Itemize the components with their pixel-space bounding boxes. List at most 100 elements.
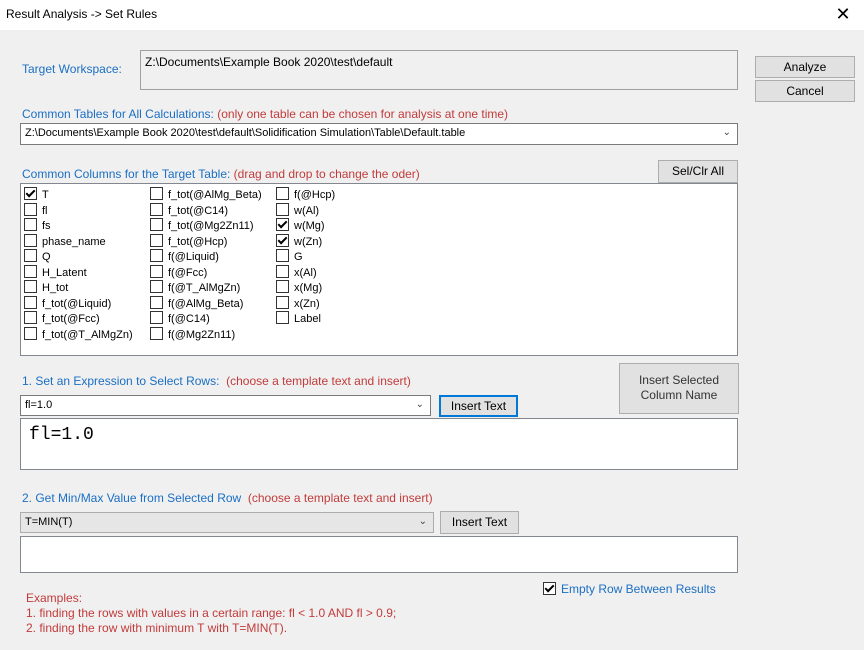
insert-column-name-button[interactable]: Insert Selected Column Name (619, 363, 739, 414)
column-checkbox[interactable]: f_tot(@Fcc) (24, 311, 100, 327)
column-checkbox[interactable]: w(Al) (276, 202, 320, 219)
column-checkbox-label: f(@Fcc) (168, 266, 208, 279)
column-checkbox[interactable]: x(Al) (276, 264, 317, 281)
empty-row-checkbox[interactable]: Empty Row Between Results (543, 582, 716, 598)
column-checkbox[interactable]: f(@C14) (150, 311, 210, 327)
table-select[interactable]: Z:\Documents\Example Book 2020\test\defa… (20, 123, 738, 145)
column-checkbox-label: f(@Mg2Zn11) (168, 328, 236, 341)
checkbox-icon (24, 249, 37, 262)
column-checkbox[interactable]: f(@Mg2Zn11) (150, 326, 236, 343)
checkbox-icon (276, 249, 289, 262)
checkbox-icon (150, 187, 163, 200)
checkbox-icon (276, 295, 289, 309)
column-checkbox-label: f(@Liquid) (168, 251, 219, 263)
insert-text-button-2[interactable]: Insert Text (440, 511, 519, 534)
column-checkbox[interactable]: f(@AlMg_Beta) (150, 295, 243, 312)
checkbox-icon (150, 264, 163, 278)
close-icon[interactable]: ✕ (832, 3, 854, 25)
workspace-label: Target Workspace: (22, 62, 122, 76)
column-checkbox[interactable]: f_tot(@C14) (150, 202, 229, 219)
checkbox-icon (24, 264, 37, 278)
column-checkbox[interactable]: f_tot(@Hcp) (150, 233, 228, 250)
column-checkbox-label: f_tot(@C14) (168, 204, 229, 217)
column-checkbox[interactable]: fl (24, 202, 48, 219)
column-checkbox[interactable]: f(@Liquid) (150, 249, 219, 265)
column-checkbox[interactable]: w(Mg) (276, 218, 325, 234)
column-checkbox[interactable]: T (24, 187, 49, 203)
minmax-heading: 2. Get Min/Max Value from Selected Row (… (22, 491, 433, 505)
empty-row-label: Empty Row Between Results (561, 582, 716, 596)
minmax-template-value: T=MIN(T) (25, 516, 73, 528)
checkbox-icon (150, 249, 163, 262)
column-checkbox[interactable]: f(@Fcc) (150, 264, 208, 281)
cancel-button[interactable]: Cancel (755, 80, 855, 102)
column-checkbox[interactable]: phase_name (24, 233, 106, 250)
tables-note: (only one table can be chosen for analys… (217, 107, 509, 121)
checkbox-icon (276, 311, 289, 324)
column-checkbox-label: T (42, 189, 49, 201)
minmax-template-select[interactable]: T=MIN(T) ⌄ (20, 512, 434, 533)
column-checkbox[interactable]: f_tot(@Mg2Zn11) (150, 218, 254, 234)
column-checkbox[interactable]: x(Zn) (276, 295, 320, 312)
column-checkbox-label: f_tot(@T_AlMgZn) (42, 328, 133, 341)
column-checkbox[interactable]: f_tot(@AlMg_Beta) (150, 187, 262, 203)
column-checkbox[interactable]: x(Mg) (276, 280, 322, 296)
checkbox-icon (24, 280, 37, 293)
checkbox-icon (24, 233, 37, 247)
insert-text-button-1[interactable]: Insert Text (439, 395, 518, 417)
columns-heading: Common Columns for the Target Table: (dr… (22, 167, 420, 181)
chevron-down-icon: ⌄ (722, 127, 731, 138)
column-checkbox[interactable]: f_tot(@T_AlMgZn) (24, 326, 133, 343)
checkbox-icon (150, 233, 163, 247)
checkbox-icon (276, 264, 289, 278)
tables-heading: Common Tables for All Calculations: (onl… (22, 107, 508, 121)
window-title: Result Analysis -> Set Rules (6, 7, 158, 21)
checkbox-icon (24, 202, 37, 216)
select-rows-expression-text: fl=1.0 (29, 425, 94, 445)
column-checkbox-label: Label (294, 313, 321, 325)
column-checkbox[interactable]: f(@T_AlMgZn) (150, 280, 240, 296)
column-checkbox[interactable]: H_Latent (24, 264, 87, 281)
column-checkbox-label: H_Latent (42, 266, 87, 279)
column-checkbox-label: f(@Hcp) (294, 189, 336, 201)
column-checkbox-label: H_tot (42, 282, 69, 294)
select-rows-label: 1. Set an Expression to Select Rows: (22, 374, 220, 388)
checkbox-icon (24, 295, 37, 309)
checkbox-icon (150, 295, 163, 309)
column-checkbox-label: w(Al) (294, 204, 320, 217)
column-checkbox-label: fs (42, 220, 51, 232)
column-checkbox-label: f_tot(@Fcc) (42, 313, 100, 325)
column-checkbox[interactable]: f(@Hcp) (276, 187, 335, 203)
columns-list: Tfl fs phase_name Q H_Latent H_tot f_tot(@Liqu… (20, 183, 738, 356)
column-checkbox[interactable]: H_tot (24, 280, 68, 296)
column-checkbox[interactable]: Q (24, 249, 51, 265)
column-checkbox[interactable]: Label (276, 311, 321, 327)
column-checkbox[interactable]: G (276, 249, 303, 265)
column-checkbox[interactable]: w(Zn) (276, 233, 322, 250)
checkbox-icon (150, 311, 163, 324)
column-checkbox[interactable]: f_tot(@Liquid) (24, 295, 112, 312)
examples-line2: 2. finding the row with minimum T with T… (26, 621, 288, 635)
minmax-expression[interactable] (20, 536, 738, 573)
checkbox-icon (24, 326, 37, 340)
checkbox-icon (276, 202, 289, 216)
column-checkbox-label: f_tot(@Liquid) (42, 297, 112, 310)
checkbox-icon (150, 326, 163, 340)
column-checkbox-label: x(Mg) (294, 282, 323, 294)
column-checkbox-label: f_tot(@Hcp) (168, 235, 228, 248)
checkbox-icon (276, 187, 289, 200)
minmax-note: (choose a template text and insert) (247, 491, 433, 505)
select-rows-template-select[interactable]: fl=1.0 ⌄ (20, 395, 431, 416)
select-rows-expression[interactable]: fl=1.0 (20, 418, 738, 470)
examples-title: Examples: (26, 591, 83, 605)
sel-clr-all-button[interactable]: Sel/Clr All (658, 160, 738, 183)
analyze-button[interactable]: Analyze (755, 56, 855, 78)
select-rows-heading: 1. Set an Expression to Select Rows: (ch… (22, 374, 411, 388)
examples: Examples: 1. finding the rows with value… (26, 591, 396, 636)
column-checkbox[interactable]: fs (24, 218, 51, 234)
minmax-label: 2. Get Min/Max Value from Selected Row (22, 491, 242, 505)
checkbox-icon (150, 280, 163, 293)
column-checkbox-label: w(Mg) (294, 220, 325, 232)
column-checkbox-label: phase_name (42, 235, 106, 248)
select-rows-note: (choose a template text and insert) (226, 374, 411, 388)
